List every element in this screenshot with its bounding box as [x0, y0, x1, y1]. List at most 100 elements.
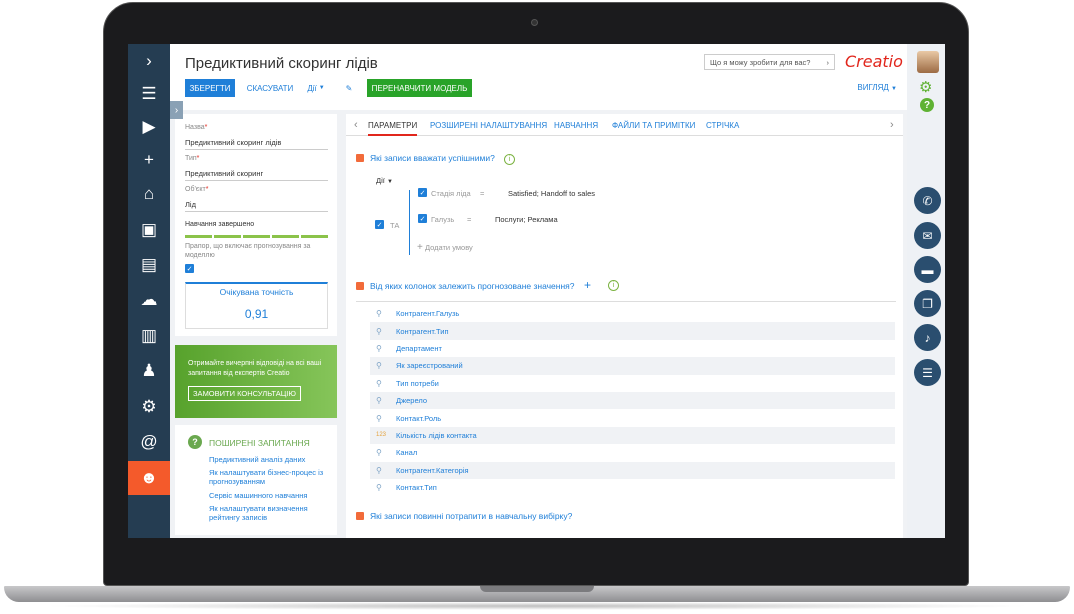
- faq-link[interactable]: Предиктивний аналіз даних: [209, 455, 334, 464]
- training-progress: [185, 235, 328, 238]
- list-item[interactable]: ⚲ Контрагент.Тип: [370, 322, 895, 340]
- promo-banner: Отримайте вичерпні відповіді на всі ваші…: [175, 345, 337, 418]
- email-icon[interactable]: @: [128, 427, 170, 457]
- collapse-panel-button[interactable]: ›: [170, 101, 183, 119]
- video-library-icon[interactable]: ▣: [128, 215, 170, 245]
- chevron-right-icon[interactable]: ›: [890, 119, 894, 131]
- user-lock-icon[interactable]: ♟: [128, 356, 170, 386]
- laptop-notch: [480, 586, 594, 592]
- folder-play-icon[interactable]: ▤: [128, 250, 170, 280]
- page-header: Предиктивний скоринг лідів Що я можу зро…: [170, 44, 907, 110]
- cloud-icon[interactable]: ☁: [128, 285, 170, 315]
- group-bracket: [409, 190, 410, 255]
- view-button[interactable]: ВИГЛЯД ▼: [857, 83, 897, 92]
- list-item[interactable]: ⚲ Контрагент.Категорія: [370, 461, 895, 479]
- list-item[interactable]: ⚲ Контрагент.Галузь: [370, 305, 895, 322]
- cancel-button[interactable]: СКАСУВАТИ: [242, 79, 298, 97]
- gear-icon[interactable]: ⚙: [919, 78, 932, 96]
- list-item[interactable]: ⚲ Департамент: [370, 340, 895, 357]
- chevron-down-icon: ▼: [386, 179, 393, 185]
- faq-link[interactable]: Сервіс машинного навчання: [209, 491, 334, 500]
- group-checkbox[interactable]: ✓: [375, 220, 384, 229]
- list-item[interactable]: ⚲ Джерело: [370, 391, 895, 410]
- chat-icon[interactable]: ▬: [914, 256, 941, 283]
- add-condition-button[interactable]: + Додати умову: [417, 242, 473, 253]
- home-icon[interactable]: ⌂: [128, 179, 170, 209]
- tag-icon[interactable]: ✎: [342, 79, 356, 97]
- flag-label: Прапор, що включає прогнозування за моде…: [185, 243, 311, 259]
- flag-checkbox[interactable]: ✓: [185, 264, 194, 273]
- condition-field[interactable]: Галузь: [431, 215, 454, 224]
- mail-icon[interactable]: ✉: [914, 222, 941, 249]
- play-icon[interactable]: ▶: [128, 112, 170, 142]
- laptop-shadow: [40, 602, 1034, 610]
- collapse-section-icon[interactable]: [356, 154, 364, 162]
- list-item[interactable]: ⚲ Як зареєстрований: [370, 357, 895, 375]
- phone-icon[interactable]: ✆: [914, 187, 941, 214]
- help-icon[interactable]: ?: [920, 98, 934, 112]
- object-field[interactable]: Лід: [185, 200, 328, 212]
- filter-actions-label: Дії: [376, 176, 385, 185]
- condition-operator[interactable]: =: [480, 189, 484, 198]
- lookup-icon: ⚲: [376, 448, 382, 458]
- tab-training[interactable]: НАВЧАННЯ: [554, 121, 598, 130]
- faq-link[interactable]: Як налаштувати бізнес-процес із прогнозу…: [209, 468, 334, 486]
- chevron-right-icon[interactable]: ›: [128, 46, 170, 76]
- feed-icon[interactable]: ❐: [914, 290, 941, 317]
- list-item[interactable]: ⚲ Контакт.Роль: [370, 409, 895, 426]
- retrain-model-button[interactable]: ПЕРЕНАВЧИТИ МОДЕЛЬ: [367, 79, 472, 97]
- search-input[interactable]: Що я можу зробити для вас? ›: [704, 54, 835, 70]
- chevron-left-icon[interactable]: ‹: [354, 119, 358, 131]
- name-field[interactable]: Предиктивний скоринг лідів: [185, 138, 328, 150]
- lookup-icon: ⚲: [376, 465, 382, 475]
- successful-records-title: Які записи вважати успішними?: [370, 153, 495, 163]
- faq-link[interactable]: Як налаштувати визначення рейтингу запис…: [209, 504, 334, 522]
- list-item[interactable]: 123 Кількість лідів контакта: [370, 426, 895, 445]
- accuracy-label: Очікувана точність: [219, 287, 294, 297]
- order-consultation-button[interactable]: ЗАМОВИТИ КОНСУЛЬТАЦІЮ: [188, 386, 301, 401]
- actions-button[interactable]: Дії ▼: [303, 79, 329, 97]
- condition-value[interactable]: Satisfied; Handoff to sales: [508, 189, 595, 198]
- main-nav: › ☰ ▶ + ⌂ ▣ ▤ ☁ ▥ ♟ ⚙ @ ☻: [128, 44, 170, 538]
- bell-icon[interactable]: ♪: [914, 324, 941, 351]
- filter-actions-button[interactable]: Дії ▼: [376, 176, 393, 185]
- condition-operator[interactable]: =: [467, 215, 471, 224]
- tab-feed[interactable]: СТРІЧКА: [706, 121, 739, 130]
- lookup-icon: ⚲: [376, 483, 382, 493]
- menu-icon[interactable]: ☰: [128, 79, 170, 109]
- lookup-icon: ⚲: [376, 413, 382, 423]
- collapse-section-icon[interactable]: [356, 512, 364, 520]
- collapse-section-icon[interactable]: [356, 282, 364, 290]
- condition-checkbox[interactable]: ✓: [418, 214, 427, 223]
- tab-bar: ‹ ПАРАМЕТРИ РОЗШИРЕНІ НАЛАШТУВАННЯ НАВЧА…: [346, 114, 903, 136]
- right-sidebar: ⚙ ? ✆ ✉ ▬ ❐ ♪ ☰: [907, 44, 945, 538]
- add-column-icon[interactable]: +: [584, 278, 591, 292]
- condition-value[interactable]: Послуги; Реклама: [495, 215, 558, 224]
- tab-files-notes[interactable]: ФАЙЛИ ТА ПРИМІТКИ: [612, 121, 695, 130]
- list-item[interactable]: ⚲ Канал: [370, 444, 895, 461]
- lookup-icon: ⚲: [376, 343, 382, 353]
- predictive-icon[interactable]: ☻: [128, 461, 170, 495]
- type-field[interactable]: Предиктивний скоринг: [185, 169, 328, 181]
- settings-box-icon[interactable]: ⚙: [128, 392, 170, 422]
- condition-field[interactable]: Стадія ліда: [431, 189, 471, 198]
- list-item[interactable]: ⚲ Тип потреби: [370, 375, 895, 392]
- lookup-icon: ⚲: [376, 378, 382, 388]
- tab-advanced-settings[interactable]: РОЗШИРЕНІ НАЛАШТУВАННЯ: [430, 121, 547, 130]
- page-title: Предиктивний скоринг лідів: [185, 55, 378, 72]
- creatio-logo: Creatio: [845, 52, 903, 71]
- tab-parameters[interactable]: ПАРАМЕТРИ: [368, 121, 418, 136]
- accuracy-widget: Очікувана точність 0,91: [185, 282, 328, 329]
- save-button[interactable]: ЗБЕРЕГТИ: [185, 79, 235, 97]
- task-icon[interactable]: ☰: [914, 359, 941, 386]
- avatar[interactable]: [917, 51, 939, 73]
- form-card: Назва* Предиктивний скоринг лідів Тип* П…: [175, 114, 337, 336]
- info-icon[interactable]: i: [608, 280, 619, 291]
- document-icon[interactable]: ▥: [128, 321, 170, 351]
- list-item[interactable]: ⚲ Контакт.Тип: [370, 479, 895, 496]
- condition-checkbox[interactable]: ✓: [418, 188, 427, 197]
- info-icon[interactable]: i: [504, 154, 515, 165]
- plus-icon[interactable]: +: [128, 145, 170, 175]
- question-icon: ?: [188, 435, 202, 449]
- lookup-icon: ⚲: [376, 326, 382, 336]
